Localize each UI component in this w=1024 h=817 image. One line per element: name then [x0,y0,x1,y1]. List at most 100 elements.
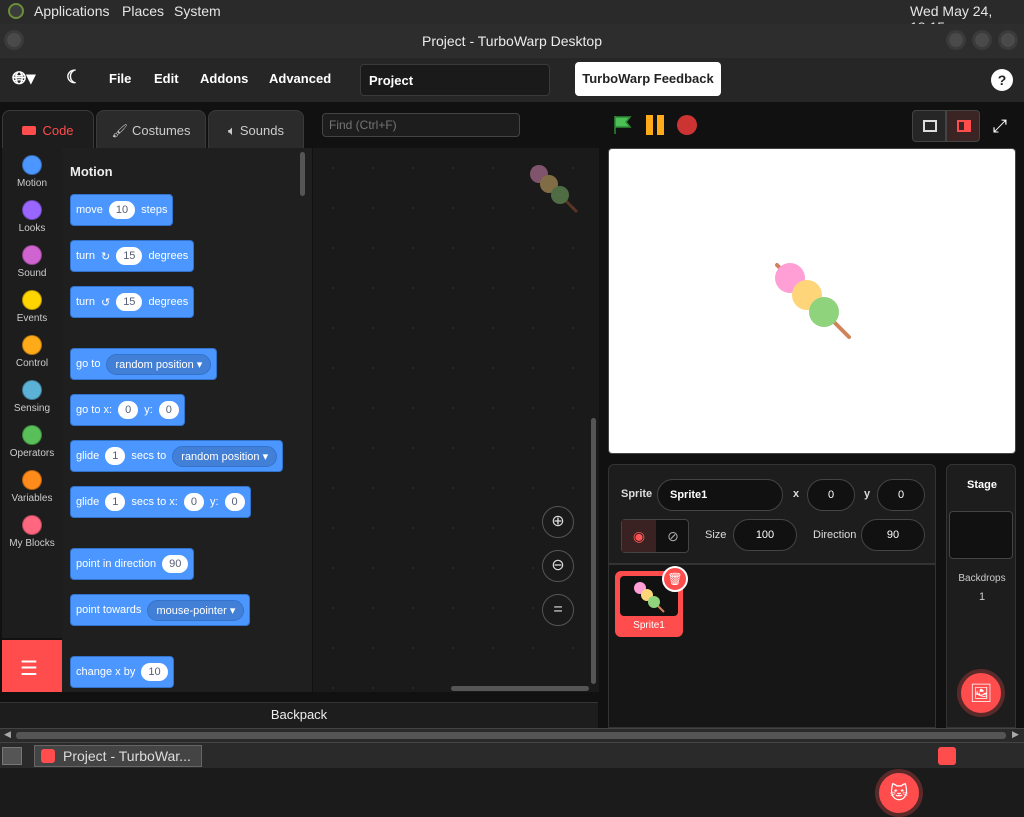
zoom-reset-button[interactable]: = [542,594,574,626]
workspace-vscrollbar[interactable] [591,418,596,684]
close-button[interactable] [998,30,1018,50]
zoom-in-icon[interactable]: ⊕ [542,506,574,538]
direction-input[interactable]: 90 [861,519,925,551]
sensing-dot-icon [22,380,42,400]
tab-costumes[interactable]: 🖌︎ Costumes [96,110,206,150]
category-my-blocks[interactable]: My Blocks [2,508,62,553]
window-titlebar[interactable]: Project - TurboWarp Desktop [0,24,1024,58]
palette-scrollbar[interactable] [300,152,305,196]
add-backdrop-icon[interactable]: 🖼︎ [957,669,1005,717]
block-dropdown[interactable]: mouse-pointer ▾ [147,599,245,621]
block-point-towards[interactable]: point towards mouse-pointer ▾ [70,594,251,626]
tab-sounds-label: Sounds [239,123,284,138]
category-control[interactable]: Control [2,328,62,373]
block-go-to-xy[interactable]: go to x: 0 y: 0 [70,394,185,426]
block-input[interactable]: 10 [108,201,136,219]
block-text: move [76,204,103,216]
category-motion[interactable]: Motion [2,148,62,193]
block-go-to[interactable]: go to random position ▾ [70,348,218,380]
palette-heading: Motion [70,164,113,179]
pause-icon[interactable] [644,115,666,135]
eye-visible-icon[interactable]: ◉ [622,520,656,552]
category-operators[interactable]: Operators [2,418,62,463]
dango-sprite[interactable] [769,257,859,347]
minimize-button[interactable] [946,30,966,50]
block-point-direction[interactable]: point in direction 90 [70,548,195,580]
block-input[interactable]: 0 [183,493,204,511]
distro-logo-icon[interactable] [8,3,24,19]
category-variables[interactable]: Variables [2,463,62,508]
menu-system[interactable]: System [174,3,221,19]
menu-places[interactable]: Places [122,3,164,19]
block-dropdown[interactable]: random position ▾ [106,353,212,375]
block-turn-left[interactable]: turn ↺ 15 degrees [70,286,195,318]
add-sprite-icon[interactable]: 🐱︎ [875,769,923,817]
add-extension-button[interactable]: ☰ [2,640,62,692]
x-input[interactable]: 0 [807,479,855,511]
menu-addons[interactable]: Addons [200,71,248,86]
tab-sounds[interactable]: 🔈︎ Sounds [208,110,304,150]
eye-hidden-icon[interactable]: ⊘ [656,520,690,552]
help-icon[interactable]: ? [991,69,1013,91]
find-input[interactable] [322,113,520,137]
small-stage-button[interactable] [912,110,946,142]
category-events[interactable]: Events [2,283,62,328]
block-move-steps[interactable]: move 10 steps [70,194,174,226]
stop-icon[interactable] [677,115,697,135]
category-label: Sound [17,268,47,279]
block-change-x[interactable]: change x by 10 [70,656,174,688]
window-hscrollbar[interactable]: ◀ ▶ [0,728,1024,742]
rotate-clockwise-icon: ↻ [100,250,111,263]
menu-edit[interactable]: Edit [154,71,179,86]
tab-code[interactable]: Code [2,110,94,150]
scroll-left-icon[interactable]: ◀ [4,729,11,740]
tray-turbowarp-icon[interactable] [938,747,956,765]
code-workspace[interactable]: ⊕ ⊖ = [313,148,599,692]
theme-moon-icon[interactable]: ☾ [66,67,82,88]
sprite-tile[interactable]: Sprite1 🗑︎ [615,566,688,637]
stage-selector[interactable]: Stage Backdrops 1 🖼︎ [946,464,1016,728]
block-input[interactable]: 1 [105,493,126,511]
stage-canvas[interactable] [608,148,1016,454]
menu-file[interactable]: File [109,71,131,86]
category-sound[interactable]: Sound [2,238,62,283]
workspace-hscrollbar[interactable] [451,686,589,691]
large-stage-button[interactable] [946,110,980,142]
language-globe-icon[interactable]: 🌐︎▾ [12,68,35,89]
block-input[interactable]: 0 [158,401,179,419]
block-input[interactable]: 0 [118,401,139,419]
large-stage-icon [957,120,971,132]
block-input[interactable]: 15 [116,293,143,311]
category-looks[interactable]: Looks [2,193,62,238]
taskbar-window-button[interactable]: Project - TurboWar... [34,745,202,767]
y-input[interactable]: 0 [877,479,925,511]
block-input[interactable]: 15 [116,247,143,265]
category-label: Variables [11,493,53,504]
block-dropdown[interactable]: random position ▾ [172,445,278,467]
block-input[interactable]: 1 [105,447,126,465]
backpack[interactable]: Backpack [0,702,598,728]
scroll-thumb[interactable] [16,732,1006,739]
sprite-name-input[interactable]: Sprite1 [657,479,783,511]
menu-advanced[interactable]: Advanced [269,71,331,86]
block-input[interactable]: 0 [224,493,245,511]
block-turn-right[interactable]: turn ↻ 15 degrees [70,240,195,272]
delete-sprite-icon[interactable]: 🗑︎ [662,566,688,592]
maximize-button[interactable] [972,30,992,50]
feedback-button[interactable]: TurboWarp Feedback [575,62,721,96]
block-glide[interactable]: glide 1 secs to random position ▾ [70,440,284,472]
category-sensing[interactable]: Sensing [2,373,62,418]
size-input[interactable]: 100 [733,519,797,551]
zoom-out-icon[interactable]: ⊖ [542,550,574,582]
project-title-input[interactable]: Project [360,64,550,96]
scroll-right-icon[interactable]: ▶ [1012,729,1019,740]
variables-dot-icon [22,470,42,490]
green-flag-icon[interactable] [612,114,634,136]
block-input[interactable]: 10 [141,663,168,681]
show-desktop-icon[interactable] [2,747,22,765]
menu-applications[interactable]: Applications [34,3,110,19]
block-text: point in direction [76,558,157,570]
block-input[interactable]: 90 [162,555,189,573]
fullscreen-icon[interactable]: ⤢ [986,110,1014,142]
block-glide-xy[interactable]: glide 1 secs to x: 0 y: 0 [70,486,251,518]
